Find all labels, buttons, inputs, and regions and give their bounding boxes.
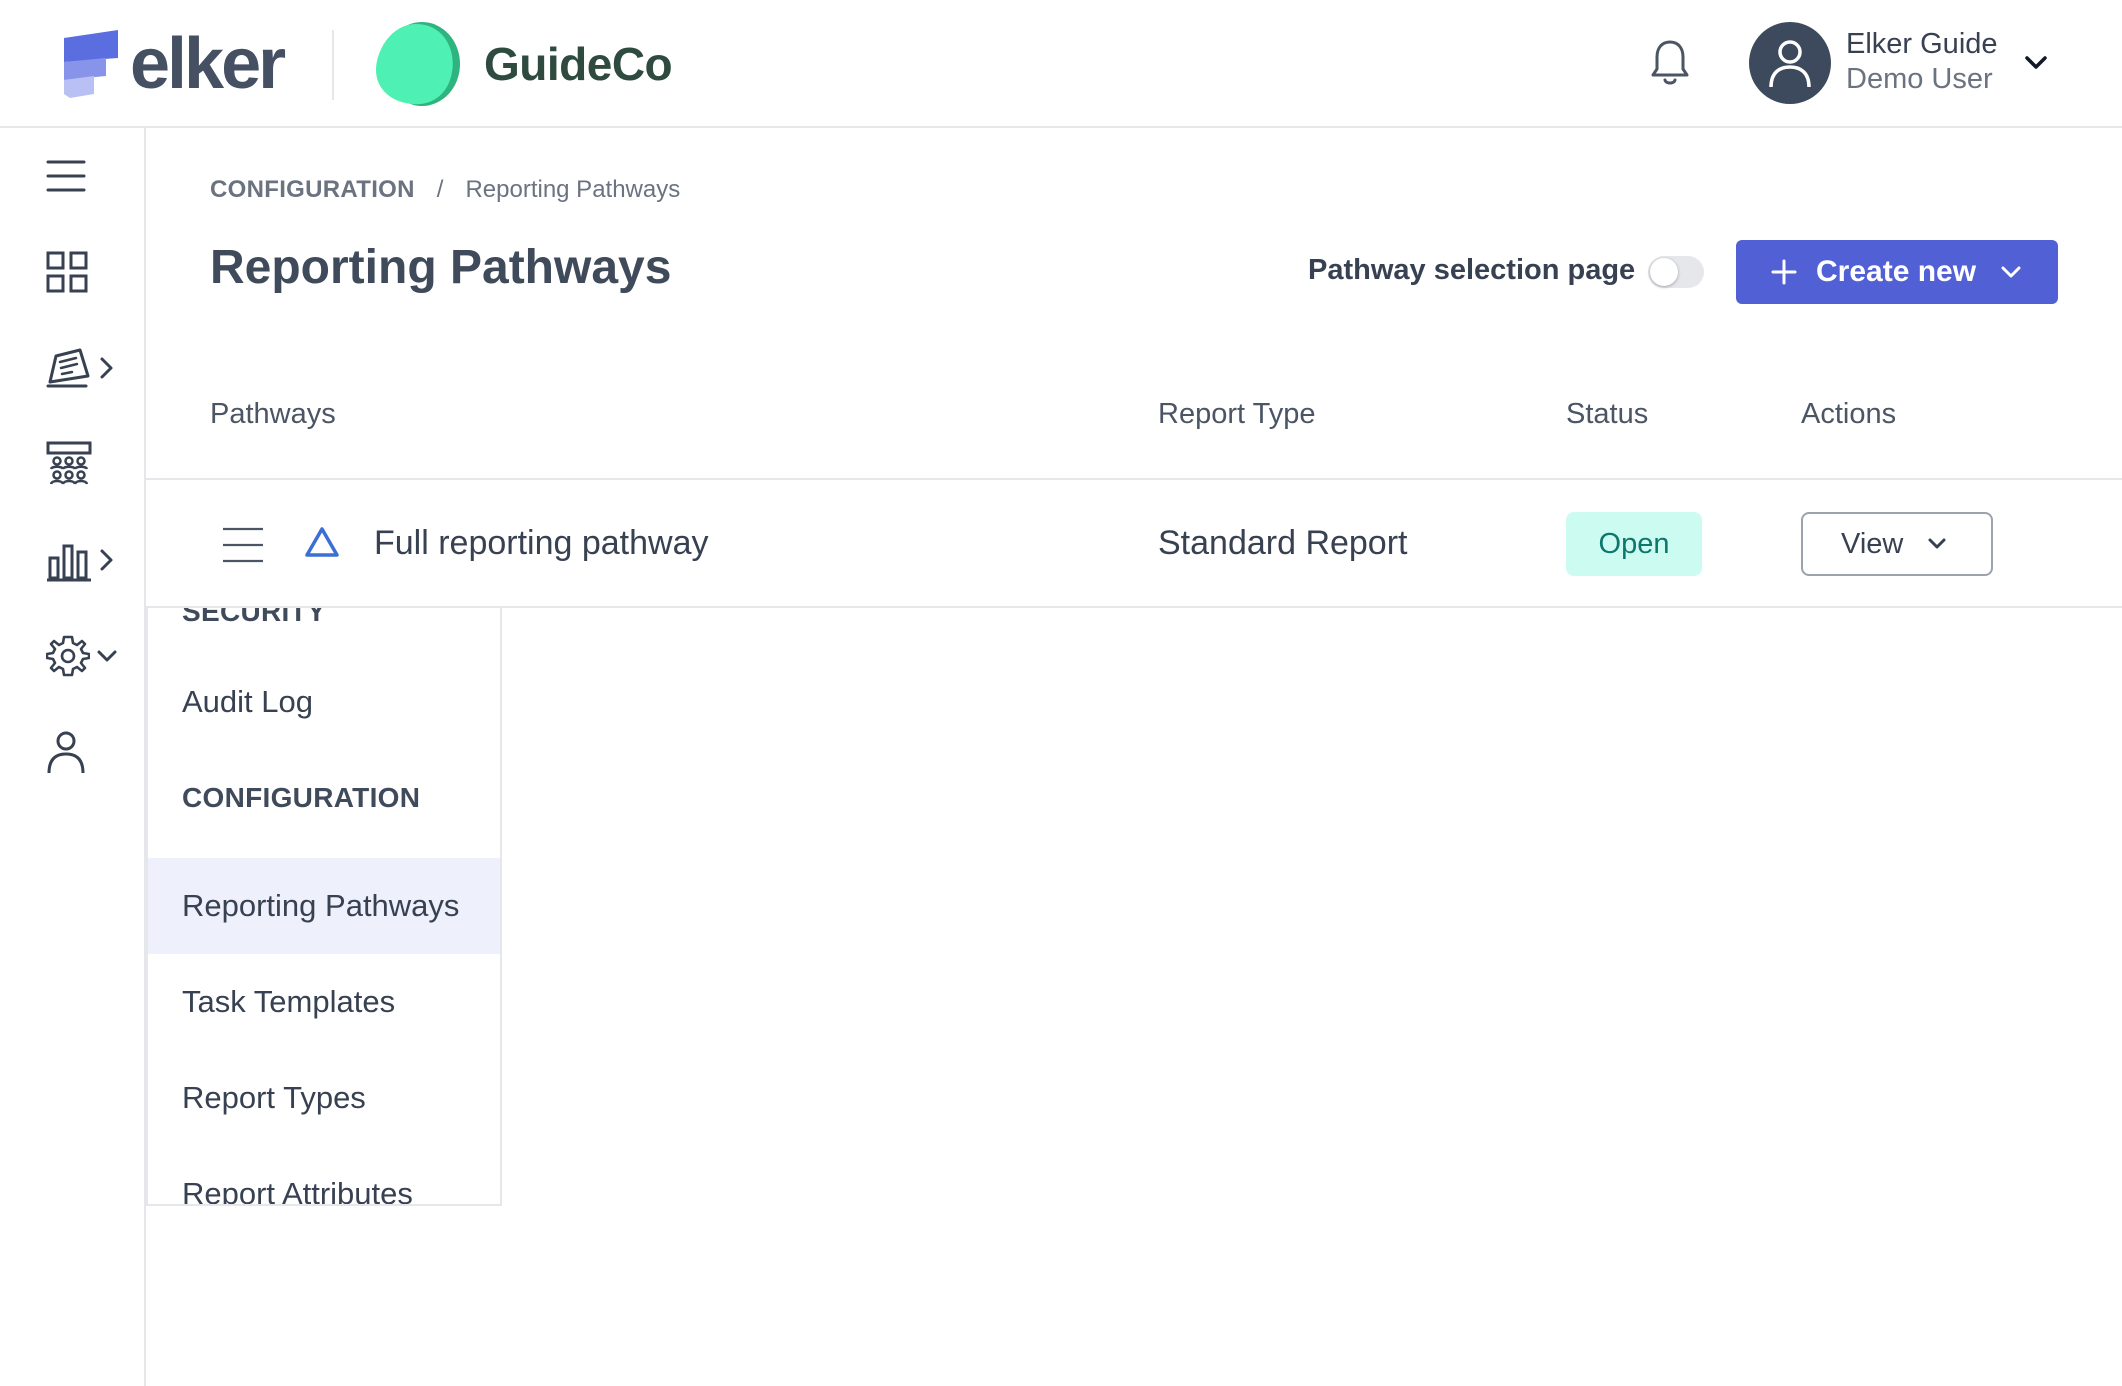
partner-name: GuideCo [484,38,673,90]
triangle-icon [305,527,339,557]
breadcrumb-root[interactable]: CONFIGURATION [210,176,415,204]
breadcrumb: CONFIGURATION / Reporting Pathways [210,176,680,204]
pathway-type-indicator [304,526,340,558]
chevron-down-icon [2025,56,2047,69]
chevron-right-icon [100,357,113,379]
plus-icon [1771,259,1797,285]
user-menu-toggle[interactable] [2024,52,2048,72]
page-title: Reporting Pathways [210,241,672,294]
rail-analytics[interactable] [46,532,126,588]
submenu-item-report-attributes[interactable]: Report Attributes [148,1146,500,1204]
settings-gear-icon [46,635,90,677]
rail-profile[interactable] [46,724,126,780]
status-badge: Open [1566,512,1702,576]
chevron-right-icon [100,549,113,571]
profile-icon [47,731,85,774]
pathway-selection-label: Pathway selection page [1308,254,1636,286]
toggle-knob [1650,258,1678,286]
partner-logo[interactable]: GuideCo [372,20,673,108]
notifications-button[interactable] [1648,38,1692,88]
chevron-down-icon [1928,538,1946,549]
brand-name: elker [130,24,286,104]
partner-logo-blob-icon [376,22,460,106]
column-header-pathways: Pathways [210,398,336,430]
column-header-report-type: Report Type [1158,398,1316,430]
create-new-button[interactable]: Create new [1736,240,2058,304]
user-avatar[interactable] [1749,22,1831,104]
dashboard-grid-icon [46,251,88,293]
submenu-item-report-types[interactable]: Report Types [148,1050,500,1146]
rail-team[interactable] [46,436,126,492]
elker-logo[interactable]: elker [60,24,286,104]
chevron-down-icon [97,650,117,662]
column-header-actions: Actions [1801,398,1897,430]
drag-handle-icon [223,527,263,563]
menu-icon [46,160,86,192]
user-icon [1769,40,1811,88]
rail-dashboard[interactable] [46,244,126,300]
create-new-label: Create new [1816,255,1977,288]
user-name[interactable]: Elker Guide [1846,28,1998,61]
submenu-heading-security: SECURITY [182,608,326,627]
rail-menu-toggle[interactable] [46,148,126,204]
submenu-item-task-templates[interactable]: Task Templates [148,954,500,1050]
pathway-name[interactable]: Full reporting pathway [374,524,709,563]
logo-divider [332,30,334,100]
side-navigation [0,128,146,1386]
pathway-selection-toggle[interactable] [1648,256,1704,288]
drag-handle[interactable] [222,526,264,564]
elker-logo-mark-icon [64,30,118,98]
rail-reports[interactable] [46,340,126,396]
top-header: elker GuideCo Elker Guide Demo User [0,0,2122,128]
breadcrumb-separator: / [436,176,444,203]
chevron-down-icon [2001,266,2021,278]
analytics-bar-chart-icon [47,544,91,582]
view-action-label: View [1841,527,1904,560]
column-header-status: Status [1566,398,1649,430]
team-icon [46,441,92,485]
user-role: Demo User [1846,63,1993,95]
settings-submenu: SECURITY Audit Log CONFIGURATION Reporti… [146,608,502,1206]
breadcrumb-current: Reporting Pathways [465,176,681,203]
submenu-item-reporting-pathways[interactable]: Reporting Pathways [148,858,500,954]
view-action-button[interactable]: View [1801,512,1993,576]
table-row: Full reporting pathway Standard Report O… [146,480,2122,608]
submenu-heading-configuration: CONFIGURATION [182,782,421,813]
bell-icon [1651,40,1689,85]
report-type: Standard Report [1158,524,1408,562]
submenu-item-audit-log[interactable]: Audit Log [148,654,500,750]
reports-icon [46,348,90,388]
rail-settings[interactable] [46,628,126,684]
